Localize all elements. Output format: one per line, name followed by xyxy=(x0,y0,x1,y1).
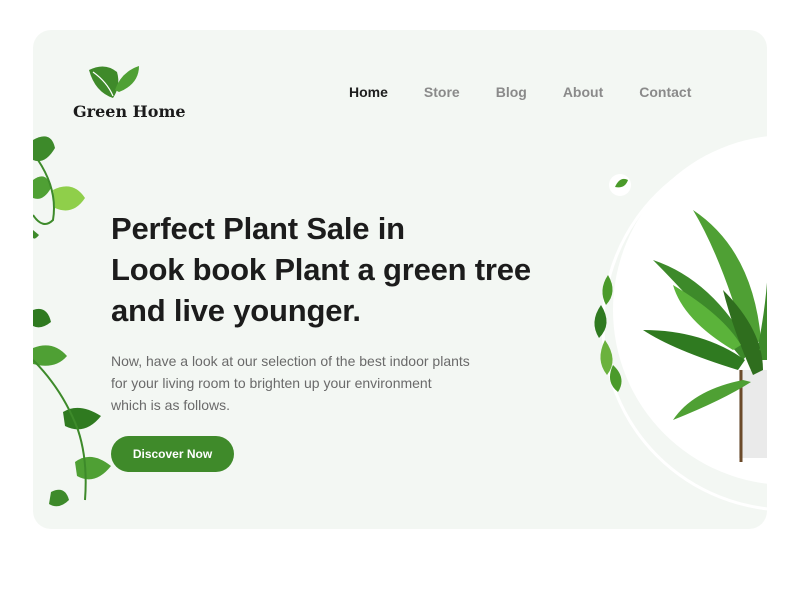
nav-blog[interactable]: Blog xyxy=(496,84,527,100)
nav-about[interactable]: About xyxy=(563,84,603,100)
hero-description: Now, have a look at our selection of the… xyxy=(111,350,511,416)
discover-now-button[interactable]: Discover Now xyxy=(111,436,234,472)
headline-line: Perfect Plant Sale in xyxy=(111,211,405,246)
description-line: which is as follows. xyxy=(111,397,231,413)
headline-line: and live younger. xyxy=(111,293,361,328)
headline-line: Look book Plant a green tree xyxy=(111,252,531,287)
leaf-icon xyxy=(89,66,139,98)
logo[interactable]: Green Home xyxy=(73,60,186,130)
brand-name: Green Home xyxy=(73,102,186,121)
nav-contact[interactable]: Contact xyxy=(639,84,691,100)
description-line: for your living room to brighten up your… xyxy=(111,375,432,391)
nav-store[interactable]: Store xyxy=(424,84,460,100)
main-nav: Home Store Blog About Contact xyxy=(349,84,727,100)
hero-headline: Perfect Plant Sale in Look book Plant a … xyxy=(111,208,581,331)
nav-home[interactable]: Home xyxy=(349,84,388,100)
description-line: Now, have a look at our selection of the… xyxy=(111,353,470,369)
hero-card: Green Home Home Store Blog About Contact… xyxy=(33,30,767,529)
